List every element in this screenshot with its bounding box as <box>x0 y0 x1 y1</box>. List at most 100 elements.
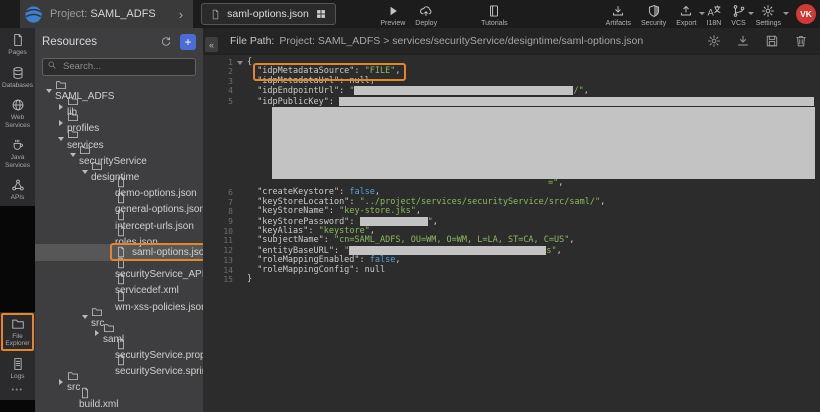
security-label: Security <box>641 20 666 27</box>
gutter-spacer <box>233 266 247 269</box>
code-line[interactable]: 14"roleMappingConfig": null <box>203 266 820 275</box>
fold-icon[interactable] <box>233 58 247 65</box>
rail-item-file-explorer[interactable]: File Explorer <box>0 312 35 352</box>
rail-item-databases[interactable]: Databases <box>0 61 35 94</box>
save-icon[interactable] <box>765 34 779 48</box>
caret-down-icon[interactable] <box>67 153 79 157</box>
grid-icon[interactable] <box>315 8 327 20</box>
tutorials-button[interactable]: Tutorials <box>476 4 513 27</box>
tree-item[interactable]: saml-options.json <box>35 244 203 260</box>
json-punct: , <box>584 86 589 96</box>
gutter-spacer <box>233 107 247 110</box>
line-number: 10 <box>203 227 233 236</box>
vcs-button[interactable]: VCS <box>726 4 750 27</box>
caret-down-icon[interactable] <box>79 315 91 319</box>
code-line[interactable] <box>203 107 820 179</box>
settings-button[interactable]: Settings <box>751 4 786 27</box>
artifacts-button[interactable]: Artifacts <box>601 4 636 27</box>
caret-right-icon[interactable] <box>55 120 67 126</box>
json-key: "keyStoreName" <box>257 206 329 216</box>
json-string: s" <box>546 246 556 256</box>
file-icon <box>210 8 221 21</box>
export-button[interactable]: Export <box>671 4 701 27</box>
preview-button[interactable]: Preview <box>375 4 410 27</box>
tree-item[interactable]: build.xml <box>35 390 203 406</box>
json-null: null <box>365 265 385 275</box>
json-punct: : <box>339 86 349 96</box>
avatar[interactable]: VK <box>796 4 816 24</box>
i18n-button[interactable]: AI18N <box>702 4 727 27</box>
caret-right-icon[interactable] <box>55 379 67 385</box>
tree-item[interactable]: securityService.spring.xml <box>35 358 203 374</box>
topbar: Project: SAML_ADFS › saml-options.json P… <box>0 0 820 28</box>
json-punct: : <box>329 97 339 107</box>
tree-item[interactable]: profiles <box>35 115 203 131</box>
json-key: "subjectName" <box>257 235 324 245</box>
gutter-spacer <box>233 256 247 259</box>
caret-right-icon[interactable] <box>55 104 67 110</box>
refresh-icon[interactable] <box>160 36 172 48</box>
json-punct: , <box>557 246 562 256</box>
download-icon[interactable] <box>736 34 750 48</box>
caret-down-icon[interactable] <box>55 137 67 141</box>
code-line[interactable]: 2"idpMetadataSource": "FILE", <box>203 67 820 76</box>
gutter-spacer <box>233 227 247 230</box>
settings-gear-icon[interactable] <box>707 34 721 48</box>
rail-item-logs[interactable]: Logs <box>0 352 35 385</box>
folder-icon <box>67 128 99 140</box>
gutter-spacer <box>233 67 247 70</box>
more-menu-button[interactable]: ••• <box>0 384 35 400</box>
code-line[interactable]: 3"idpMetadataUrl": null, <box>203 77 820 86</box>
tree-item-label: securityService.spring.xml <box>115 366 203 377</box>
json-punct: , <box>558 178 563 188</box>
code-line[interactable]: 8"keyStoreName": "key-store.jks", <box>203 207 820 216</box>
deploy-button[interactable]: Deploy <box>410 4 442 27</box>
json-punct: : <box>354 66 364 76</box>
add-resource-button[interactable]: + <box>180 34 196 50</box>
caret-right-icon[interactable] <box>91 330 103 336</box>
coffee-icon <box>11 138 25 152</box>
file-tab[interactable]: saml-options.json <box>201 3 336 25</box>
tree-item[interactable]: wm-xss-policies.json <box>35 293 203 309</box>
line-number: 11 <box>203 236 233 245</box>
json-punct: , <box>600 197 605 207</box>
json-string: /" <box>573 86 583 96</box>
redacted-block <box>272 107 815 179</box>
collapse-panel-button[interactable]: « <box>205 37 218 52</box>
code-text: "keyStoreName": "key-store.jks", <box>247 207 421 216</box>
code-line[interactable]: 5"idpPublicKey": <box>203 97 820 107</box>
folder-icon <box>67 95 79 107</box>
rail-item-web-services[interactable]: Web Services <box>0 93 35 133</box>
code-line[interactable]: 15} <box>203 275 820 284</box>
code-text: "idpMetadataSource": "FILE", <box>247 67 401 76</box>
highlight-box: "idpMetadataSource": "FILE", <box>257 66 400 76</box>
file-icon <box>115 246 127 258</box>
redacted-text <box>354 86 573 95</box>
chevron-down-icon <box>783 12 789 15</box>
trash-icon[interactable] <box>794 34 808 48</box>
chevron-right-icon[interactable]: › <box>179 7 183 22</box>
code-text: "idpEndpointUrl": "/", <box>247 86 589 96</box>
tray-down-icon <box>611 4 625 18</box>
folder-icon <box>11 317 25 331</box>
rail-item-apis[interactable]: APIs <box>0 173 35 206</box>
json-key: "idpMetadataUrl" <box>257 76 339 86</box>
code-line[interactable]: 4"idpEndpointUrl": "/", <box>203 86 820 96</box>
rail-item-pages[interactable]: Pages <box>0 28 35 61</box>
tree-item[interactable]: SAML_ADFS <box>35 83 203 99</box>
search-box <box>42 56 196 76</box>
json-key: "idpEndpointUrl" <box>257 86 339 96</box>
caret-down-icon[interactable] <box>43 89 55 93</box>
code-line[interactable]: 11"subjectName": "cn=SAML_ADFS, OU=WM, O… <box>203 236 820 245</box>
search-input[interactable] <box>42 58 196 76</box>
wavemaker-logo-icon <box>24 5 43 24</box>
tree-item-body: wm-xss-policies.json <box>115 290 203 313</box>
line-number: 14 <box>203 266 233 275</box>
security-button[interactable]: Security <box>636 4 671 27</box>
caret-down-icon[interactable] <box>79 170 91 174</box>
gutter-spacer <box>233 275 247 278</box>
rail-item-java-services[interactable]: Java Services <box>0 133 35 173</box>
code-editor[interactable]: 1{2"idpMetadataSource": "FILE",3"idpMeta… <box>203 55 820 412</box>
json-punct: , <box>416 206 421 216</box>
tree-item-label: saml-options.json <box>132 247 203 258</box>
